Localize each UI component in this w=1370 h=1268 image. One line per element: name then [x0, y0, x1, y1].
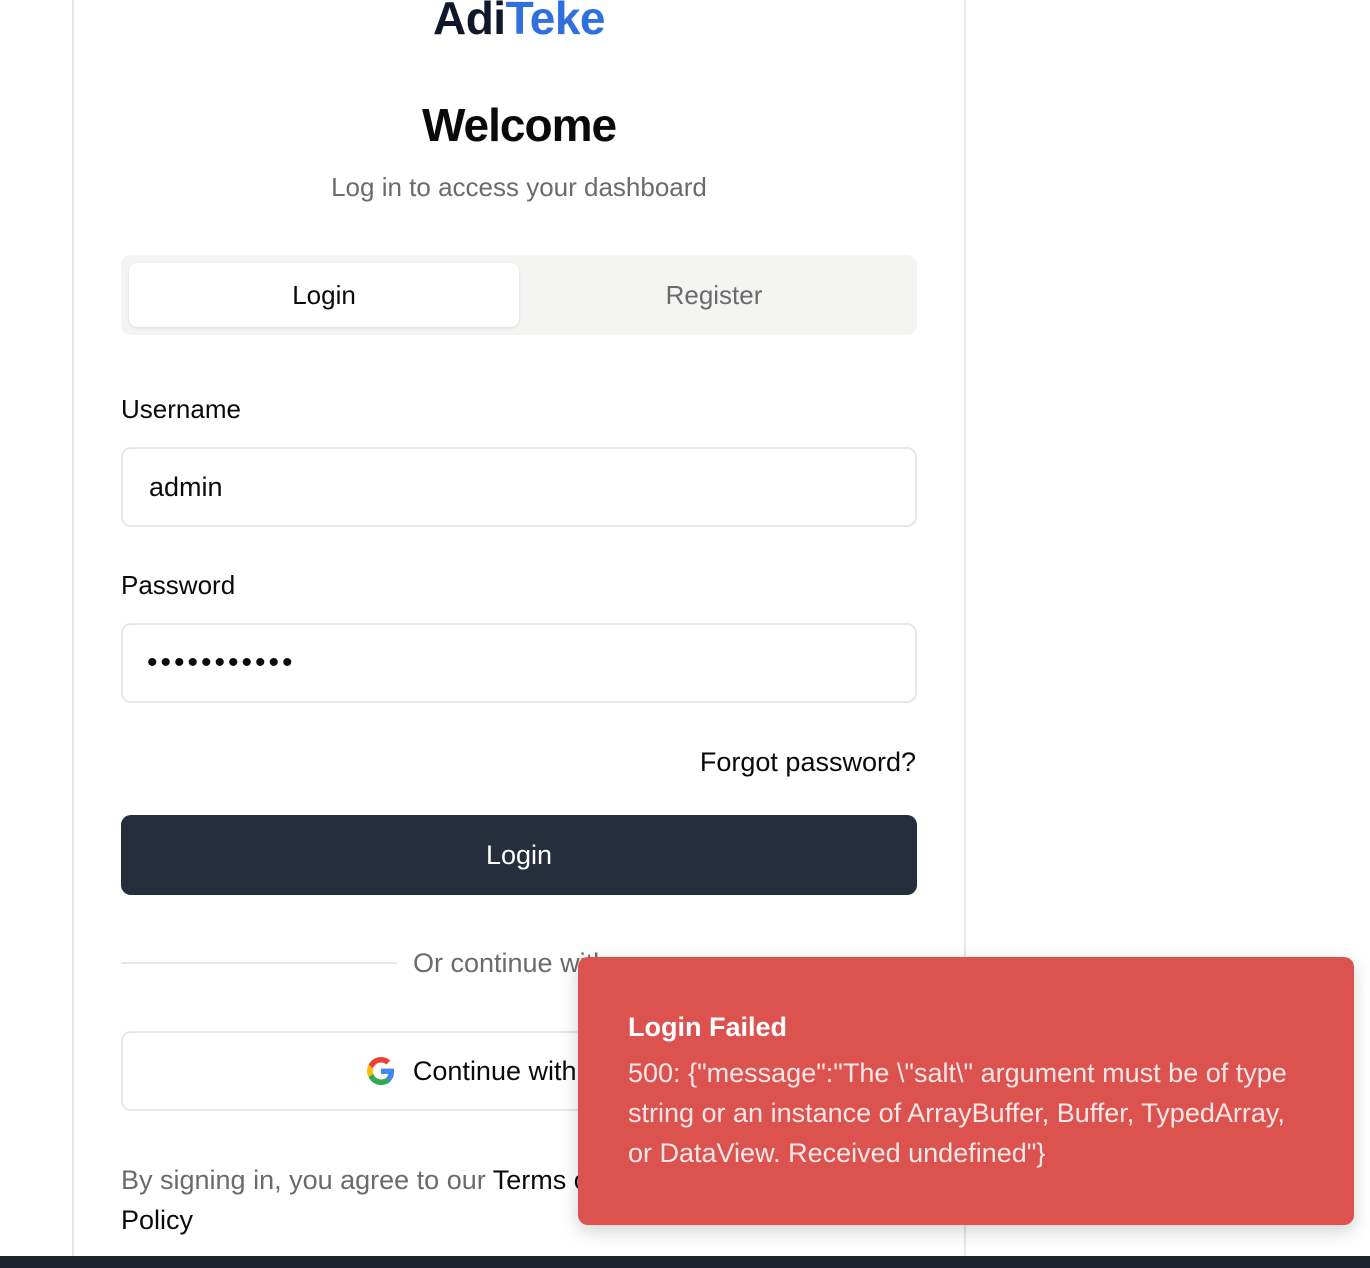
- toast-title: Login Failed: [628, 1012, 787, 1042]
- toast-message: 500: {"message":"The \"salt\" argument m…: [628, 1058, 1287, 1168]
- tab-login[interactable]: Login: [129, 263, 519, 327]
- brand-logo: AdiTeke: [0, 0, 1038, 44]
- brand-name-part2: Teke: [505, 0, 606, 44]
- bottom-bar: [0, 1256, 1370, 1268]
- brand-name-part1: Adi: [432, 0, 506, 44]
- login-button[interactable]: Login: [121, 815, 917, 895]
- error-toast[interactable]: Login Failed 500: {"message":"The \"salt…: [578, 957, 1354, 1225]
- password-label: Password: [121, 570, 236, 600]
- tab-register[interactable]: Register: [519, 263, 909, 327]
- username-input[interactable]: admin: [121, 447, 917, 527]
- password-input[interactable]: •••••••••••: [121, 623, 917, 703]
- forgot-password-link[interactable]: Forgot password?: [700, 745, 916, 779]
- terms-prefix: By signing in, you agree to our: [121, 1165, 493, 1195]
- username-label: Username: [121, 394, 241, 424]
- page: AdiTeke Welcome Log in to access your da…: [0, 0, 1370, 1268]
- username-value: admin: [149, 471, 223, 502]
- page-title: Welcome: [421, 99, 617, 151]
- google-icon: [366, 1057, 395, 1085]
- password-value: •••••••••••: [147, 646, 296, 679]
- auth-tabs: Login Register: [121, 255, 917, 335]
- divider-left: [121, 962, 397, 964]
- page-subtitle: Log in to access your dashboard: [331, 172, 707, 202]
